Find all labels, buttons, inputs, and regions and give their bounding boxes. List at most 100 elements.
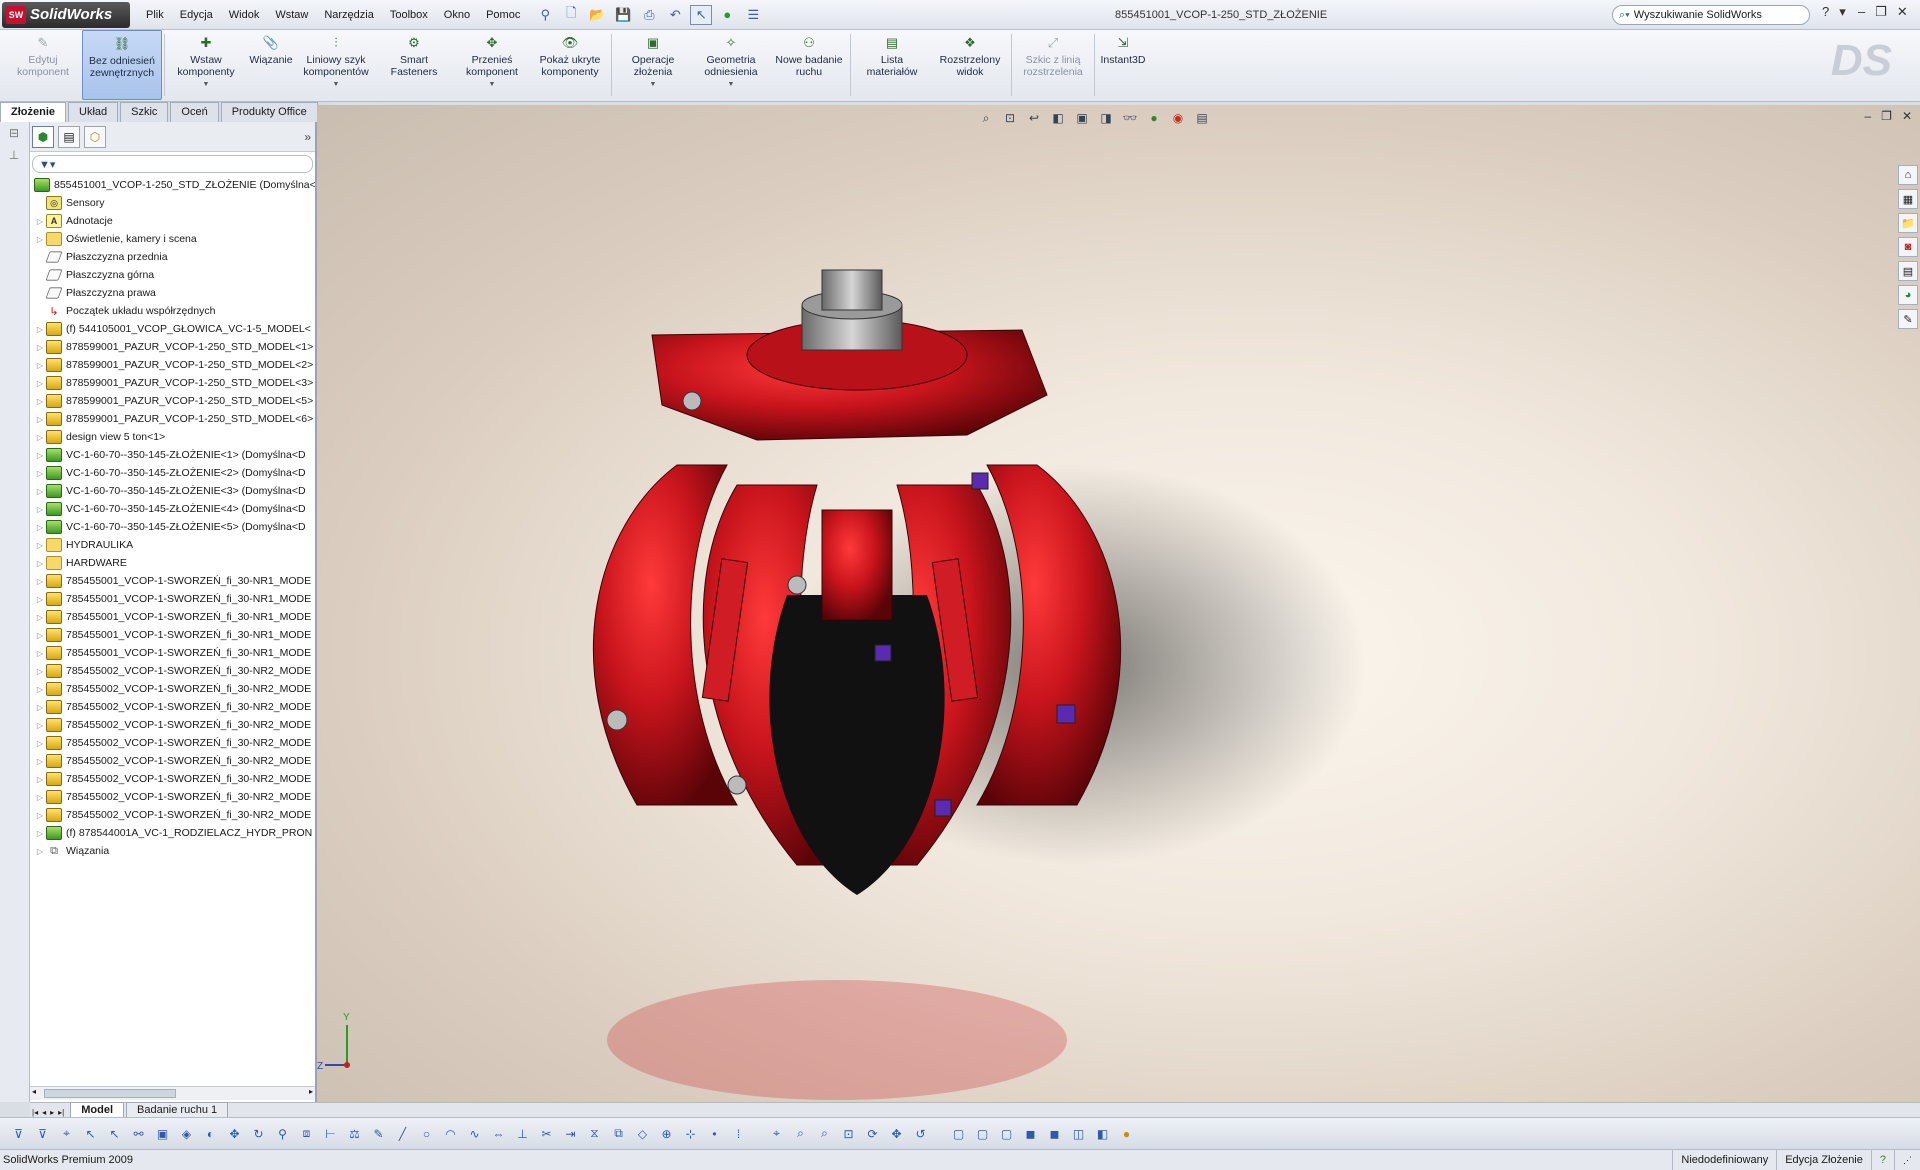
dimension-icon[interactable]: ⊥ [5,148,23,166]
cmd-noref-button[interactable]: ⛓ Bez odniesień zewnętrznych [82,30,162,100]
expand-arrow-icon[interactable]: ▷ [34,829,46,838]
tab-2[interactable]: Układ [68,102,119,122]
mass-properties-icon[interactable]: ⚖ [344,1123,365,1144]
tree-item[interactable]: ▷ HARDWARE [34,554,315,572]
shaded-icon[interactable]: ◼ [1044,1123,1065,1144]
tree-item[interactable]: ▷ 785455001_VCOP-1-SWORZEŃ_fi_30-NR1_MODE [34,644,315,662]
expand-arrow-icon[interactable]: ▷ [34,487,46,496]
quick-tips-icon[interactable]: ? [1870,1150,1894,1170]
tree-item[interactable]: ▷ 785455001_VCOP-1-SWORZEŃ_fi_30-NR1_MODE [34,626,315,644]
solidworks-logo[interactable]: SW SolidWorks [2,1,130,28]
tree-item[interactable]: ▷ VC-1-60-70--350-145-ZŁOŻENIE<3> (Domyśl… [34,482,315,500]
tree-item[interactable]: ▷ (f) 878544001A_VC-1_RODZIELACZ_HYDR_PRO… [34,824,315,842]
tree-item[interactable]: ◎ Sensory [34,194,315,212]
expand-arrow-icon[interactable]: ▷ [34,775,46,784]
rotate-view-icon[interactable]: ⟳ [862,1123,883,1144]
tree-item[interactable]: ▷ ⧉ Wiązania [34,842,315,860]
line-icon[interactable]: ╱ [392,1123,413,1144]
horizontal-scrollbar[interactable]: ◂ ▸ [30,1086,315,1100]
cmd-mate-button[interactable]: 📎 Wiązanie [245,30,297,100]
tree-item[interactable]: ▷ design view 5 ton<1> [34,428,315,446]
expand-arrow-icon[interactable]: ▷ [34,235,46,244]
help-icon[interactable]: ? [1822,4,1829,20]
tab-1[interactable]: Złożenie [0,102,67,122]
expand-arrow-icon[interactable]: ▷ [34,415,46,424]
tree-item[interactable]: ▷ 878599001_PAZUR_VCOP-1-250_STD_MODEL<6> [34,410,315,428]
zoom-out-icon[interactable]: ⌕ [814,1123,835,1144]
tree-item[interactable]: ▷ 785455001_VCOP-1-SWORZEŃ_fi_30-NR1_MODE [34,608,315,626]
configuration-manager-tab-icon[interactable]: ⬡ [84,125,106,148]
cmd-features-button[interactable]: ▣ Operacje złożenia ▼ [614,30,692,100]
tree-item[interactable]: ▷ 785455002_VCOP-1-SWORZEŃ_fi_30-NR2_MODE [34,770,315,788]
expand-arrow-icon[interactable]: ▷ [34,631,46,640]
tree-item[interactable]: ▷ VC-1-60-70--350-145-ZŁOŻENIE<4> (Domyśl… [34,500,315,518]
tab-5[interactable]: Produkty Office [220,102,318,122]
zoom-area-icon[interactable]: ⊡ [838,1123,859,1144]
select-icon[interactable]: ↖ [80,1123,101,1144]
insert-part-icon[interactable]: ▣ [152,1123,173,1144]
expand-arrow-icon[interactable]: ▷ [34,613,46,622]
print-icon[interactable]: ⎙ [638,5,660,25]
menu-item-8[interactable]: Pomoc [478,0,528,30]
menu-item-4[interactable]: Wstaw [267,0,316,30]
dropdown-arrow-icon[interactable]: ▼ [203,79,210,91]
tree-filter[interactable]: ▼▾ [32,155,313,173]
property-manager-tab-icon[interactable]: ▤ [58,125,80,148]
tree-item[interactable]: ▷ Oświetlenie, kamery i scena [34,230,315,248]
menu-item-6[interactable]: Toolbox [382,0,436,30]
coordinate-system-icon[interactable]: ⊹ [680,1123,701,1144]
filter-faces-icon[interactable]: ⊽ [32,1123,53,1144]
interference-icon[interactable]: ⧈ [296,1123,317,1144]
tab-nav-next-icon[interactable]: ▸ [48,1108,56,1117]
tree-root[interactable]: 855451001_VCOP-1-250_STD_ZŁOŻENIE (Domyś… [34,176,315,194]
feature-manager-tab-icon[interactable]: ⬢ [32,125,54,148]
cmd-motion-button[interactable]: ⚇ Nowe badanie ruchu [770,30,848,100]
tree-item[interactable]: ▷ 785455002_VCOP-1-SWORZEŃ_fi_30-NR2_MODE [34,788,315,806]
expand-arrow-icon[interactable]: ▷ [34,739,46,748]
orange-peel-grab-model[interactable] [317,105,1920,1102]
cmd-bom-button[interactable]: ▤ Lista materiałów [853,30,931,100]
tree-item[interactable]: ▷ 785455002_VCOP-1-SWORZEŃ_fi_30-NR2_MODE [34,662,315,680]
wireframe-icon[interactable]: ▢ [948,1123,969,1144]
expand-arrow-icon[interactable]: ▷ [34,433,46,442]
tree-item[interactable]: ▷ VC-1-60-70--350-145-ZŁOŻENIE<1> (Domyśl… [34,446,315,464]
offset-icon[interactable]: ⧉ [608,1123,629,1144]
shadows-icon[interactable]: ◧ [1092,1123,1113,1144]
expand-arrow-icon[interactable]: ▷ [34,847,46,856]
scroll-left-icon[interactable]: ◂ [32,1087,36,1096]
tree-item[interactable]: ▷ 785455002_VCOP-1-SWORZEŃ_fi_30-NR2_MODE [34,752,315,770]
shaded-with-edges-icon[interactable]: ◼ [1020,1123,1041,1144]
expand-arrow-icon[interactable]: ▷ [34,685,46,694]
cmd-pattern-button[interactable]: ⫶ Liniowy szyk komponentów ▼ [297,30,375,100]
view-select-icon[interactable]: ⌖ [766,1123,787,1144]
roll-view-icon[interactable]: ↺ [910,1123,931,1144]
tree-item[interactable]: ▷ 785455001_VCOP-1-SWORZEŃ_fi_30-NR1_MODE [34,590,315,608]
expand-arrow-icon[interactable]: ▷ [34,667,46,676]
dropdown-arrow-icon[interactable]: ▼ [333,79,340,91]
expand-arrow-icon[interactable]: ▷ [34,451,46,460]
cmd-insert-button[interactable]: ✚ Wstaw komponenty ▼ [167,30,245,100]
tree-item[interactable]: ▷ A Adnotacje [34,212,315,230]
mirror-icon[interactable]: ⧖ [584,1123,605,1144]
menu-item-2[interactable]: Edycja [172,0,221,30]
tree-item[interactable]: ▷ (f) 544105001_VCOP_GŁOWICA_VC-1-5_MODEL… [34,320,315,338]
menu-item-1[interactable]: Plik [138,0,172,30]
tab-nav-prev-icon[interactable]: ◂ [40,1108,48,1117]
tree-item[interactable]: ▷ 878599001_PAZUR_VCOP-1-250_STD_MODEL<5> [34,392,315,410]
circle-icon[interactable]: ○ [416,1123,437,1144]
tree-item[interactable]: ▷ 785455002_VCOP-1-SWORZEŃ_fi_30-NR2_MODE [34,716,315,734]
extend-icon[interactable]: ⇥ [560,1123,581,1144]
dropdown-arrow-icon[interactable]: ▼ [489,79,496,91]
cmd-exploded-button[interactable]: ❖ Rozstrzelony widok [931,30,1009,100]
tree-item[interactable]: ▷ 785455001_VCOP-1-SWORZEŃ_fi_30-NR1_MODE [34,572,315,590]
relations-icon[interactable]: ⊥ [512,1123,533,1144]
tab-nav-first-icon[interactable]: |◂ [30,1108,40,1117]
scroll-thumb[interactable] [44,1089,176,1098]
tree-item[interactable]: Płaszczyzna prawa [34,284,315,302]
mate-tool-icon[interactable]: ⚯ [128,1123,149,1144]
select-other-icon[interactable]: ↖ [104,1123,125,1144]
expand-arrow-icon[interactable]: ▷ [34,505,46,514]
pattern-icon[interactable]: ⁞ [728,1123,749,1144]
arc-icon[interactable]: ◠ [440,1123,461,1144]
expand-arrow-icon[interactable]: ▷ [34,721,46,730]
